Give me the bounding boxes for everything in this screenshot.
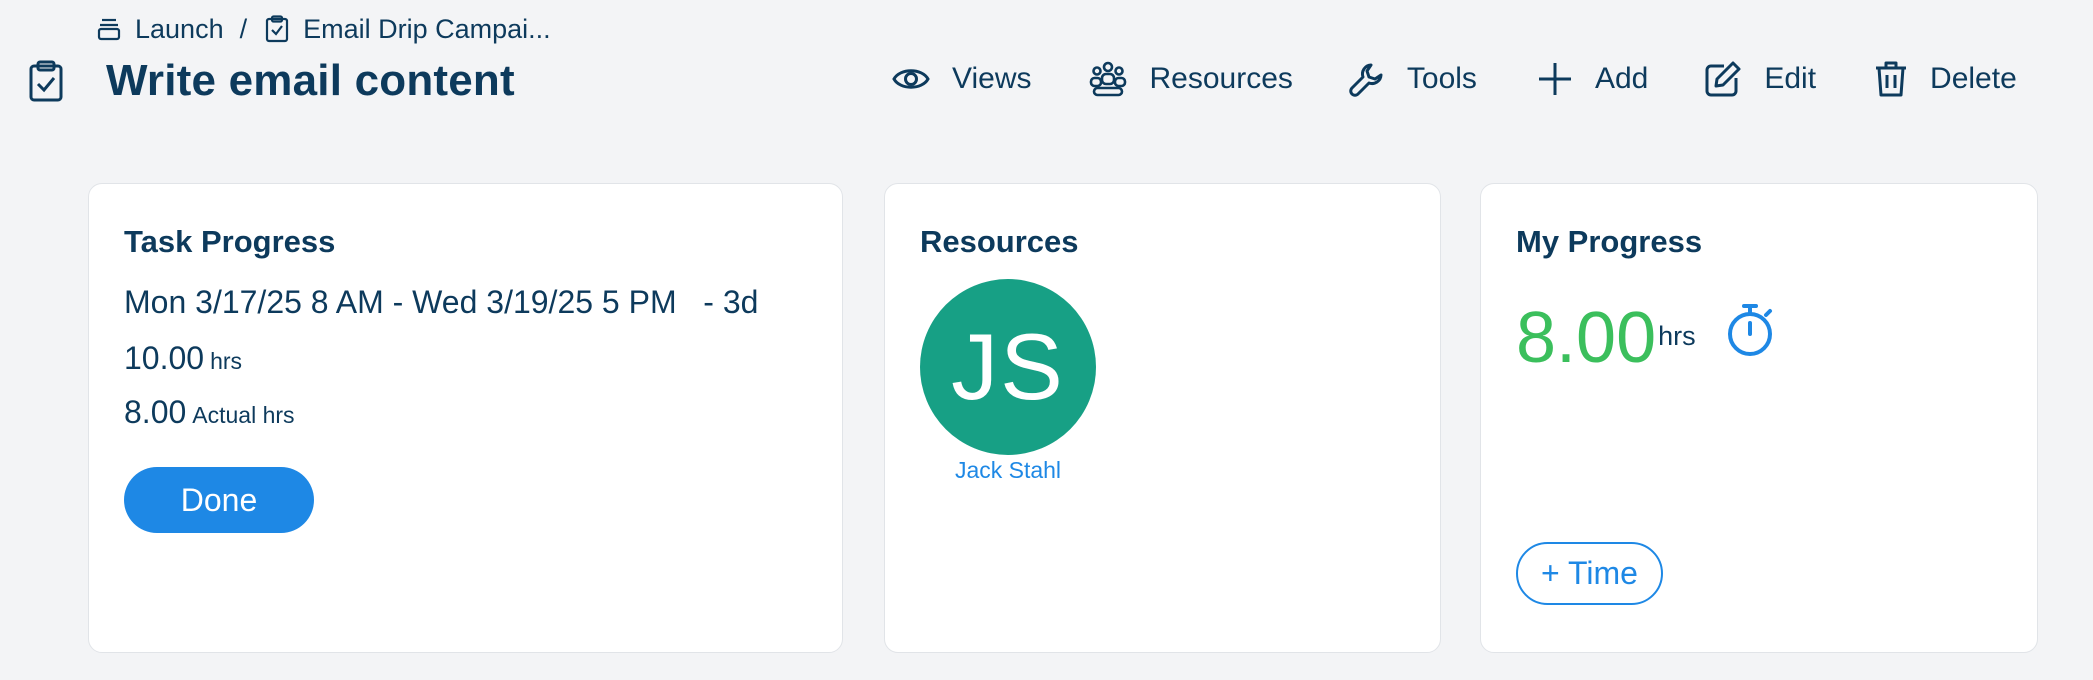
resource-name[interactable]: Jack Stahl — [920, 457, 1096, 484]
breadcrumb-label: Launch — [135, 13, 224, 44]
delete-label: Delete — [1930, 62, 2017, 95]
page-header: Write email content — [28, 56, 515, 106]
my-hours: 8.00 hrs — [1516, 302, 1696, 374]
tools-label: Tools — [1406, 62, 1477, 95]
planned-hours-unit: hrs — [210, 348, 243, 374]
breadcrumb: Launch / Email Drip Campai... — [97, 10, 551, 48]
resources-button[interactable]: Resources — [1089, 61, 1293, 97]
plus-icon — [1537, 61, 1595, 97]
views-button[interactable]: Views — [892, 62, 1031, 96]
people-group-icon — [1089, 61, 1149, 97]
my-hours-value: 8.00 — [1516, 298, 1657, 378]
add-button[interactable]: Add — [1537, 61, 1648, 97]
breadcrumb-item-launch[interactable]: Launch — [97, 14, 224, 45]
stack-icon — [97, 16, 121, 42]
resources-card: Resources JS Jack Stahl — [884, 183, 1441, 653]
actual-hours-unit: Actual hrs — [192, 402, 295, 428]
add-time-button[interactable]: + Time — [1516, 542, 1663, 605]
views-label: Views — [952, 62, 1032, 95]
breadcrumb-separator: / — [239, 13, 248, 44]
toolbar: Views Resources Tools Add Edit Delete — [892, 60, 2017, 98]
my-progress-title: My Progress — [1516, 224, 1703, 259]
eye-icon — [892, 64, 952, 94]
resources-label: Resources — [1149, 62, 1293, 95]
edit-label: Edit — [1764, 62, 1817, 95]
add-label: Add — [1594, 62, 1649, 95]
resources-title: Resources — [920, 224, 1079, 259]
done-button[interactable]: Done — [124, 467, 314, 533]
wrench-icon — [1349, 61, 1407, 97]
delete-button[interactable]: Delete — [1874, 60, 2017, 98]
edit-button[interactable]: Edit — [1704, 60, 1816, 98]
task-progress-title: Task Progress — [124, 224, 336, 259]
stopwatch-icon[interactable] — [1726, 302, 1776, 363]
task-dates: Mon 3/17/25 8 AM - Wed 3/19/25 5 PM - 3d — [124, 284, 759, 320]
breadcrumb-label: Email Drip Campai... — [303, 13, 551, 44]
trash-icon — [1874, 60, 1930, 98]
my-progress-card: My Progress 8.00 hrs + Time — [1480, 183, 2038, 653]
my-hours-unit: hrs — [1658, 321, 1696, 351]
clipboard-check-icon — [28, 60, 66, 102]
planned-hours-value: 10.00 — [124, 340, 205, 376]
avatar[interactable]: JS — [920, 279, 1096, 455]
checklist-icon — [265, 15, 289, 43]
edit-icon — [1704, 60, 1764, 98]
breadcrumb-item-email-drip[interactable]: Email Drip Campai... — [265, 14, 551, 45]
planned-hours: 10.00 hrs — [124, 340, 242, 377]
page-title: Write email content — [106, 56, 515, 105]
tools-button[interactable]: Tools — [1349, 61, 1477, 97]
actual-hours-value: 8.00 — [124, 394, 187, 430]
task-progress-card: Task Progress Mon 3/17/25 8 AM - Wed 3/1… — [88, 183, 843, 653]
actual-hours: 8.00 Actual hrs — [124, 394, 295, 431]
